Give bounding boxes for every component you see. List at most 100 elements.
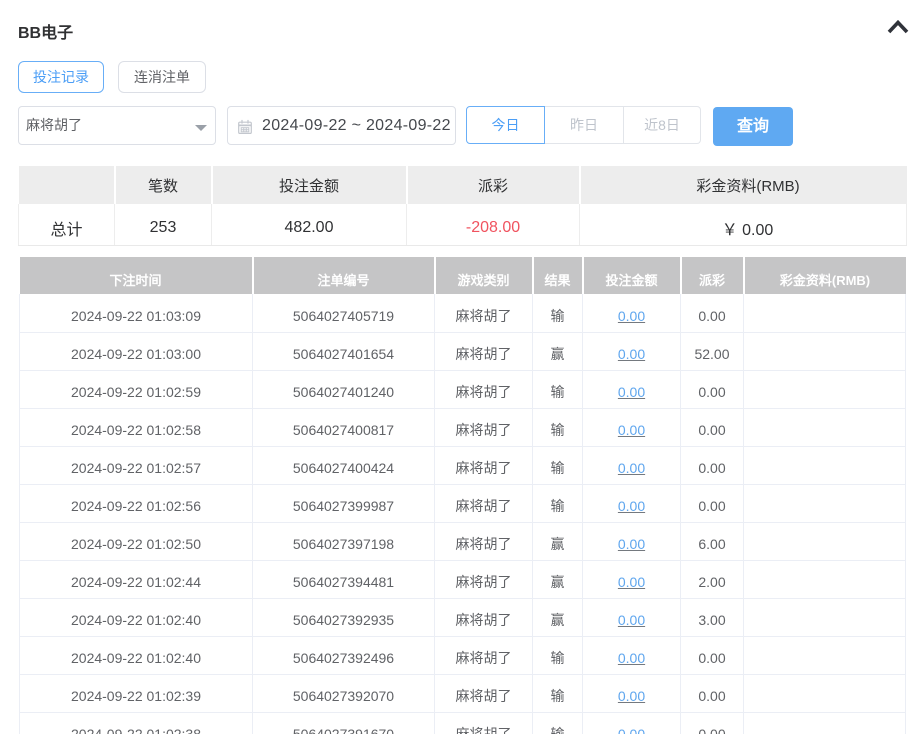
- cell-bet-time: 2024-09-22 01:02:38: [20, 712, 253, 734]
- cell-bet-time: 2024-09-22 01:02:59: [20, 370, 253, 408]
- cell-bet-time: 2024-09-22 01:02:40: [20, 598, 253, 636]
- cell-game-type: 麻将胡了: [435, 674, 533, 712]
- cell-order-number: 5064027400817: [253, 408, 435, 446]
- bet-amount-link[interactable]: 0.00: [618, 422, 645, 438]
- cell-game-type: 麻将胡了: [435, 370, 533, 408]
- cell-bonus: [744, 332, 906, 370]
- cell-order-number: 5064027401240: [253, 370, 435, 408]
- cell-bet-amount: 0.00: [583, 712, 681, 734]
- cell-bet-time: 2024-09-22 01:02:44: [20, 560, 253, 598]
- bet-amount-link[interactable]: 0.00: [618, 612, 645, 628]
- cell-bonus: [744, 294, 906, 332]
- cell-order-number: 5064027401654: [253, 332, 435, 370]
- cell-bet-amount: 0.00: [583, 370, 681, 408]
- chevron-down-icon: [195, 125, 207, 131]
- summary-total-count: 253: [115, 204, 212, 245]
- cell-bonus: [744, 560, 906, 598]
- cell-bet-time: 2024-09-22 01:02:40: [20, 636, 253, 674]
- chevron-up-icon: [886, 18, 910, 38]
- bet-amount-link[interactable]: 0.00: [618, 346, 645, 362]
- summary-header-bet: 投注金额: [212, 166, 407, 204]
- cell-order-number: 5064027391670: [253, 712, 435, 734]
- bet-amount-link[interactable]: 0.00: [618, 688, 645, 704]
- table-header-row: 下注时间 注单编号 游戏类别 结果 投注金额 派彩 彩金资料(RMB): [20, 257, 906, 294]
- summary-total-row: 总计 253 482.00 -208.00 ￥ 0.00: [19, 204, 907, 245]
- cell-payout: 2.00: [681, 560, 744, 598]
- cell-bonus: [744, 636, 906, 674]
- cell-payout: 0.00: [681, 712, 744, 734]
- cell-order-number: 5064027394481: [253, 560, 435, 598]
- cell-bonus: [744, 446, 906, 484]
- summary-table: 笔数 投注金额 派彩 彩金资料(RMB) 总计 253 482.00 -208.…: [18, 166, 907, 246]
- quick-range-group: 今日 昨日 近8日: [466, 106, 701, 144]
- tab-bet-records[interactable]: 投注记录: [18, 61, 104, 93]
- summary-header-row: 笔数 投注金额 派彩 彩金资料(RMB): [19, 166, 907, 204]
- table-row: 2024-09-22 01:02:38 5064027391670 麻将胡了 输…: [20, 712, 906, 734]
- cell-bet-amount: 0.00: [583, 408, 681, 446]
- bet-amount-link[interactable]: 0.00: [618, 498, 645, 514]
- cell-bet-time: 2024-09-22 01:02:56: [20, 484, 253, 522]
- page-title: BB电子: [18, 19, 73, 43]
- cell-result: 输: [533, 408, 583, 446]
- summary-header-empty: [19, 166, 115, 204]
- cell-bet-time: 2024-09-22 01:03:09: [20, 294, 253, 332]
- table-row: 2024-09-22 01:02:57 5064027400424 麻将胡了 输…: [20, 446, 906, 484]
- cell-bonus: [744, 598, 906, 636]
- last-8-days-button[interactable]: 近8日: [624, 106, 701, 144]
- yesterday-button[interactable]: 昨日: [545, 106, 624, 144]
- cell-bet-amount: 0.00: [583, 484, 681, 522]
- table-row: 2024-09-22 01:02:44 5064027394481 麻将胡了 赢…: [20, 560, 906, 598]
- cell-bet-amount: 0.00: [583, 294, 681, 332]
- col-header-game: 游戏类别: [435, 257, 533, 294]
- cell-game-type: 麻将胡了: [435, 294, 533, 332]
- cell-bet-time: 2024-09-22 01:02:50: [20, 522, 253, 560]
- summary-header-bonus: 彩金资料(RMB): [580, 166, 907, 204]
- col-header-time: 下注时间: [20, 257, 253, 294]
- col-header-bonus: 彩金资料(RMB): [744, 257, 906, 294]
- cell-game-type: 麻将胡了: [435, 332, 533, 370]
- cell-bet-amount: 0.00: [583, 636, 681, 674]
- game-select-value: 麻将胡了: [26, 107, 82, 144]
- cell-result: 赢: [533, 332, 583, 370]
- bet-amount-link[interactable]: 0.00: [618, 650, 645, 666]
- table-row: 2024-09-22 01:02:56 5064027399987 麻将胡了 输…: [20, 484, 906, 522]
- cell-game-type: 麻将胡了: [435, 522, 533, 560]
- bet-amount-link[interactable]: 0.00: [618, 574, 645, 590]
- bet-amount-link[interactable]: 0.00: [618, 308, 645, 324]
- tab-cancelled-orders[interactable]: 连消注单: [118, 61, 206, 93]
- cell-bet-amount: 0.00: [583, 674, 681, 712]
- cell-order-number: 5064027392935: [253, 598, 435, 636]
- bet-amount-link[interactable]: 0.00: [618, 460, 645, 476]
- cell-result: 输: [533, 446, 583, 484]
- search-button[interactable]: 查询: [713, 107, 793, 146]
- cell-order-number: 5064027392070: [253, 674, 435, 712]
- cell-result: 输: [533, 636, 583, 674]
- cell-bonus: [744, 370, 906, 408]
- cell-game-type: 麻将胡了: [435, 712, 533, 734]
- cell-bet-amount: 0.00: [583, 332, 681, 370]
- collapse-panel-button[interactable]: [886, 18, 910, 38]
- table-row: 2024-09-22 01:02:40 5064027392496 麻将胡了 输…: [20, 636, 906, 674]
- game-select[interactable]: 麻将胡了: [18, 106, 216, 145]
- bet-amount-link[interactable]: 0.00: [618, 726, 645, 734]
- cell-result: 输: [533, 370, 583, 408]
- col-header-bet: 投注金额: [583, 257, 681, 294]
- cell-payout: 0.00: [681, 408, 744, 446]
- cell-payout: 0.00: [681, 636, 744, 674]
- today-button[interactable]: 今日: [466, 106, 545, 144]
- summary-total-label: 总计: [19, 204, 115, 245]
- cell-bet-time: 2024-09-22 01:02:57: [20, 446, 253, 484]
- cell-game-type: 麻将胡了: [435, 408, 533, 446]
- date-range-input[interactable]: 2024-09-22 ~ 2024-09-22: [227, 106, 456, 145]
- cell-game-type: 麻将胡了: [435, 636, 533, 674]
- bet-amount-link[interactable]: 0.00: [618, 384, 645, 400]
- cell-bonus: [744, 674, 906, 712]
- cell-bet-time: 2024-09-22 01:02:39: [20, 674, 253, 712]
- cell-order-number: 5064027399987: [253, 484, 435, 522]
- cell-result: 输: [533, 674, 583, 712]
- table-row: 2024-09-22 01:02:58 5064027400817 麻将胡了 输…: [20, 408, 906, 446]
- cell-game-type: 麻将胡了: [435, 560, 533, 598]
- bet-amount-link[interactable]: 0.00: [618, 536, 645, 552]
- cell-payout: 6.00: [681, 522, 744, 560]
- cell-bet-time: 2024-09-22 01:02:58: [20, 408, 253, 446]
